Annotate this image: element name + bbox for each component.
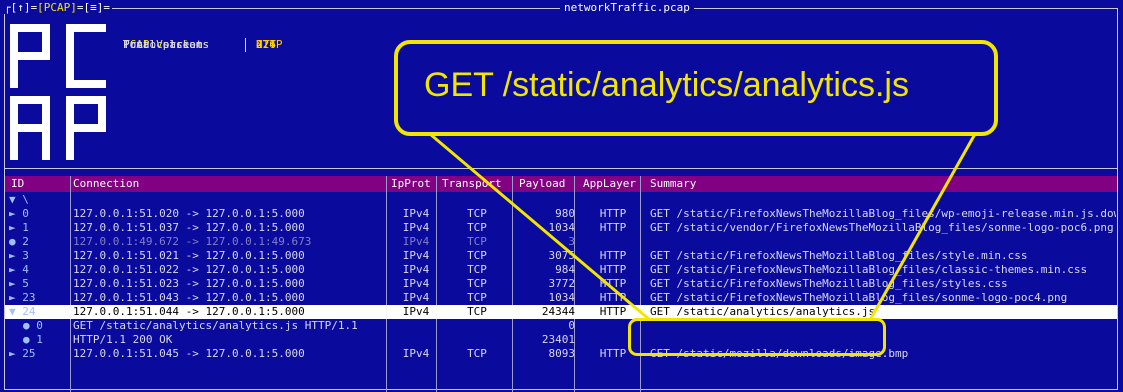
callout-pointer xyxy=(429,132,977,322)
summary-highlight-box xyxy=(628,318,886,356)
